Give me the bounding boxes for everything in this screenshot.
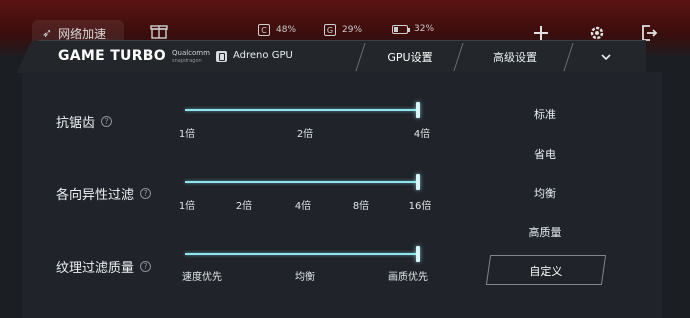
chip-logo: Qualcomm snapdragon [172, 49, 210, 65]
gift-icon[interactable] [150, 22, 168, 40]
anisotropic-slider-track[interactable] [185, 181, 418, 183]
preset-high-quality[interactable]: 高质量 [529, 224, 562, 240]
antialiasing-slider-track[interactable] [185, 109, 418, 111]
help-icon[interactable]: ? [101, 116, 113, 127]
anisotropic-tick[interactable]: 8倍 [353, 197, 369, 212]
texture-tick[interactable]: 画质优先 [388, 268, 428, 283]
network-boost-label: 网络加速 [58, 26, 107, 41]
brand-title: GAME TURBO [58, 48, 166, 64]
tab-divider [355, 43, 366, 71]
texture-tick[interactable]: 均衡 [295, 268, 315, 283]
texture-tick[interactable]: 速度优先 [182, 268, 222, 283]
battery-icon [392, 24, 410, 34]
tab-gpu-settings-label: GPU设置 [387, 51, 433, 64]
antialiasing-label: 抗锯齿 ? [56, 112, 113, 131]
texture-filtering-label-text: 纹理过滤质量 [56, 261, 135, 276]
battery-stat: 32% [392, 24, 434, 34]
preset-custom-label: 自定义 [529, 265, 563, 278]
anisotropic-tick[interactable]: 2倍 [236, 197, 252, 212]
gpu-icon: G [324, 24, 336, 36]
chevron-down-icon[interactable] [600, 51, 612, 63]
anisotropic-filtering-label-text: 各向异性过滤 [56, 188, 135, 203]
cpu-stat: C 48% [258, 24, 296, 36]
antialiasing-tick[interactable]: 1倍 [179, 125, 195, 140]
antialiasing-label-text: 抗锯齿 [56, 116, 96, 131]
preset-standard[interactable]: 标准 [534, 106, 556, 122]
tab-divider [453, 43, 464, 71]
rocket-icon: ➶ [42, 26, 53, 40]
help-icon[interactable]: ? [140, 188, 152, 199]
anisotropic-tick[interactable]: 16倍 [409, 197, 432, 212]
texture-slider-thumb[interactable] [416, 246, 420, 262]
antialiasing-tick[interactable]: 4倍 [414, 125, 430, 140]
anisotropic-filtering-label: 各向异性过滤 ? [56, 184, 152, 203]
tab-gpu-settings[interactable]: GPU设置 [370, 41, 450, 73]
tab-advanced-settings[interactable]: 高级设置 [472, 41, 558, 73]
antialiasing-slider-thumb[interactable] [416, 102, 420, 118]
chip-line: snapdragon [172, 58, 202, 64]
game-turbo-header: GAME TURBO Qualcomm snapdragon Adreno GP… [38, 40, 646, 72]
cpu-usage: 48% [276, 25, 297, 35]
texture-slider-track[interactable] [185, 253, 418, 255]
chip-vendor: Qualcomm [172, 49, 210, 57]
antialiasing-tick[interactable]: 2倍 [297, 125, 313, 140]
battery-level: 32% [414, 24, 435, 34]
preset-custom-button[interactable]: 自定义 [485, 255, 607, 285]
preset-power-saving[interactable]: 省电 [534, 146, 556, 162]
anisotropic-tick[interactable]: 4倍 [295, 197, 311, 212]
preset-balanced[interactable]: 均衡 [534, 185, 556, 201]
gpu-chip-icon [216, 51, 227, 62]
gpu-stat: G 29% [324, 24, 362, 36]
tab-advanced-settings-label: 高级设置 [493, 51, 537, 64]
texture-filtering-label: 纹理过滤质量 ? [56, 257, 152, 276]
gpu-name: Adreno GPU [233, 50, 293, 61]
help-icon[interactable]: ? [140, 261, 152, 272]
tab-divider [563, 43, 574, 71]
anisotropic-tick[interactable]: 1倍 [179, 197, 195, 212]
cpu-icon: C [258, 24, 270, 36]
anisotropic-slider-thumb[interactable] [416, 174, 420, 190]
gpu-usage: 29% [342, 25, 363, 35]
